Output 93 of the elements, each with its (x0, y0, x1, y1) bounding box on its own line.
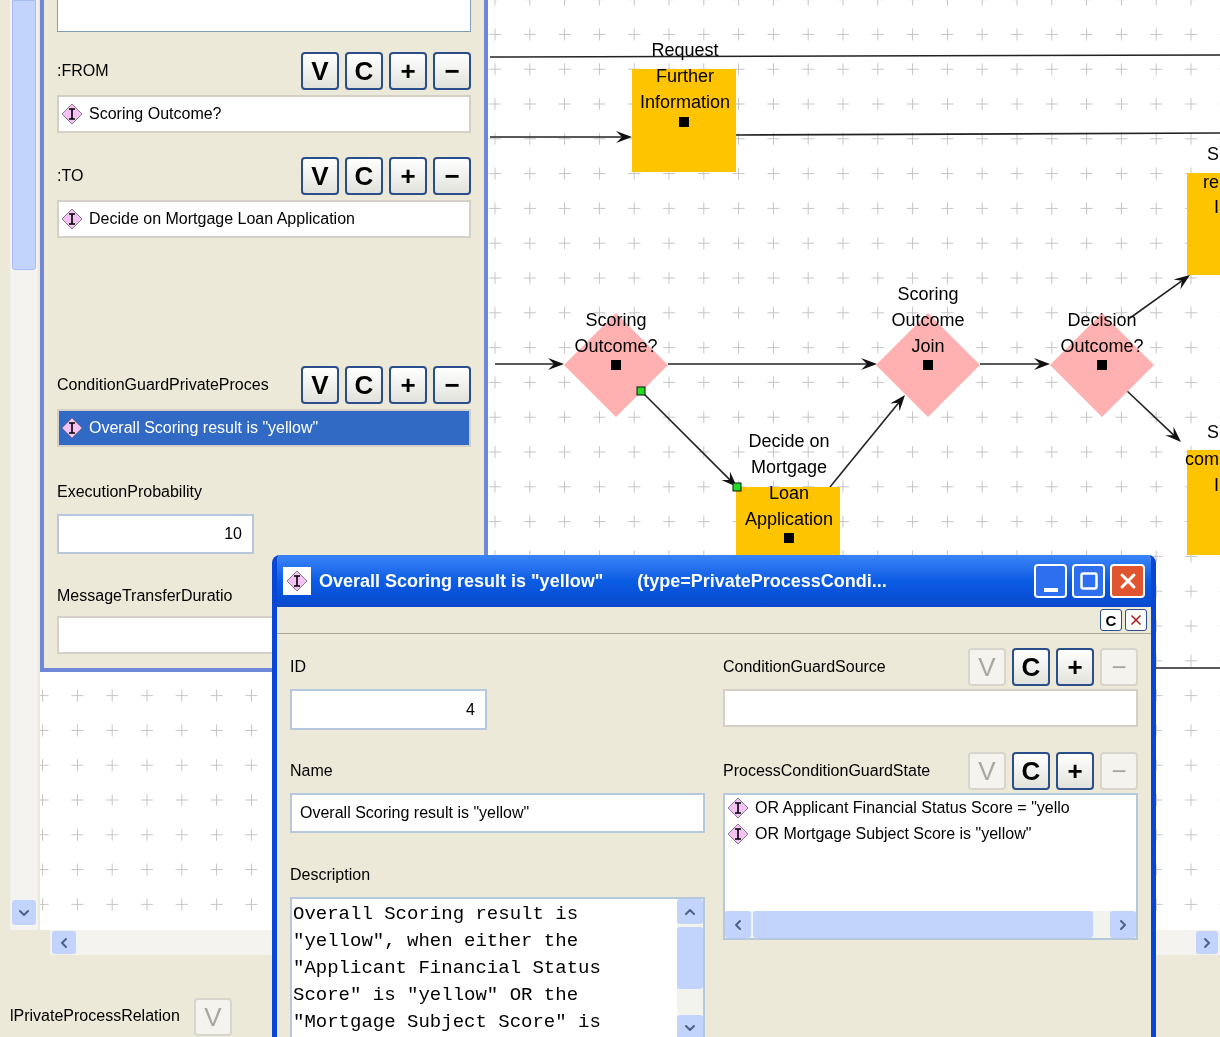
anchor-marker (611, 360, 621, 370)
arrow (494, 358, 564, 370)
anchor-marker (1097, 360, 1107, 370)
id-field[interactable]: 4 (290, 689, 487, 730)
node-label: Outcome (891, 310, 965, 330)
text-field[interactable] (57, 0, 471, 32)
action-button[interactable]: − (433, 157, 471, 195)
list-item[interactable]: Decide on Mortgage Loan Application (59, 202, 469, 236)
action-button[interactable]: C (1012, 752, 1050, 790)
scroll-right-button[interactable] (1196, 931, 1218, 954)
scroll-thumb[interactable] (677, 927, 703, 989)
close-button[interactable] (1125, 609, 1147, 631)
diamond-icon (61, 103, 83, 125)
text-field[interactable] (723, 689, 1138, 727)
scroll-down-button[interactable] (12, 900, 36, 925)
node-label: Further (656, 66, 714, 86)
selection-handle[interactable] (636, 386, 646, 396)
minimize-icon (1043, 588, 1058, 592)
anchor-marker (784, 533, 794, 543)
action-button[interactable]: + (1056, 648, 1094, 686)
node-label: Request (651, 40, 719, 60)
field-label: MessageTransferDuratio (57, 586, 234, 606)
action-button[interactable]: + (389, 157, 427, 195)
window-subtitle: (type=PrivateProcessCondi... (637, 569, 887, 593)
action-button[interactable]: C (345, 52, 383, 90)
description-field[interactable]: Overall Scoring result is "yellow", when either the "Applicant Financial Status Score" is "yellow" OR the "Mortgage Subject Score" is (290, 897, 705, 1037)
connector-line (1155, 667, 1220, 669)
node-label: re (1203, 172, 1219, 192)
list-item[interactable]: OR Mortgage Subject Score is "yellow" (725, 821, 1136, 847)
list-item[interactable]: OR Applicant Financial Status Score = "yello (725, 795, 1136, 821)
node-label: Decide on (748, 431, 830, 451)
name-field[interactable]: Overall Scoring result is "yellow" (290, 793, 705, 833)
window-title: Overall Scoring result is "yellow" (319, 569, 604, 593)
field-label: :TO (57, 166, 84, 186)
node-label: Loan (769, 483, 809, 503)
minimize-button[interactable] (1034, 564, 1067, 598)
toolbar-button[interactable]: C (1100, 609, 1122, 631)
action-button[interactable]: C (1012, 648, 1050, 686)
list-item[interactable]: Scoring Outcome? (59, 97, 469, 131)
arrow (1125, 389, 1181, 442)
field-label: ConditionGuardPrivateProces (57, 375, 269, 395)
anchor-marker (679, 117, 689, 127)
scroll-left-button[interactable] (725, 911, 751, 938)
node-label: Outcome? (574, 336, 658, 356)
node-label: Decision (1067, 310, 1137, 330)
action-button[interactable]: − (433, 366, 471, 404)
node-label: Scoring (585, 310, 647, 330)
node-label: Outcome? (1060, 336, 1144, 356)
action-button[interactable]: + (389, 52, 427, 90)
field-label: ExecutionProbability (57, 482, 203, 502)
node-label: Information (640, 92, 730, 112)
scroll-right-button[interactable] (1110, 911, 1136, 938)
anchor-marker (923, 360, 933, 370)
action-button[interactable]: + (389, 366, 427, 404)
node-label: I (1214, 197, 1219, 217)
field-label: lPrivateProcessRelation (10, 1006, 180, 1026)
scroll-thumb[interactable] (753, 911, 1093, 938)
node-label: Mortgage (751, 457, 827, 477)
scroll-thumb[interactable] (12, 0, 36, 270)
action-button[interactable]: − (433, 52, 471, 90)
description-text: Overall Scoring result is "yellow", when either the "Applicant Financial Status Score" is "yellow" OR the "Mortgage Subject Score" is (292, 902, 602, 1035)
diamond-icon (727, 797, 749, 819)
node-label: S (1207, 144, 1219, 164)
arrow (979, 358, 1050, 370)
diamond-icon (727, 823, 749, 845)
node-label: S (1207, 422, 1219, 442)
field-label: :FROM (57, 61, 109, 81)
scroll-down-button[interactable] (677, 1015, 703, 1037)
field-label: ID (290, 657, 307, 677)
field-label: ConditionGuardSource (723, 657, 886, 677)
action-button[interactable]: C (345, 157, 383, 195)
action-button[interactable]: V (301, 52, 339, 90)
maximize-button[interactable] (1072, 564, 1105, 598)
scroll-left-button[interactable] (52, 931, 76, 954)
action-button[interactable]: C (345, 366, 383, 404)
selection-handle[interactable] (732, 482, 742, 492)
field-label: Description (290, 865, 372, 885)
action-button[interactable]: V (301, 157, 339, 195)
number-field[interactable]: 10 (57, 514, 254, 554)
field-label: ProcessConditionGuardState (723, 761, 931, 781)
field-label: Name (290, 761, 334, 781)
node-label: Join (911, 336, 945, 356)
maximize-icon (1078, 571, 1099, 591)
node-label: Scoring (897, 284, 959, 304)
close-icon (1128, 612, 1144, 628)
node-label: I (1214, 475, 1219, 495)
action-button[interactable]: V (301, 366, 339, 404)
scroll-up-button[interactable] (677, 899, 703, 924)
list-item[interactable]: Overall Scoring result is "yellow" (59, 411, 469, 445)
diamond-icon (61, 208, 83, 230)
node-label: Application (744, 509, 834, 529)
diamond-icon (61, 417, 83, 439)
action-button[interactable]: + (1056, 752, 1094, 790)
